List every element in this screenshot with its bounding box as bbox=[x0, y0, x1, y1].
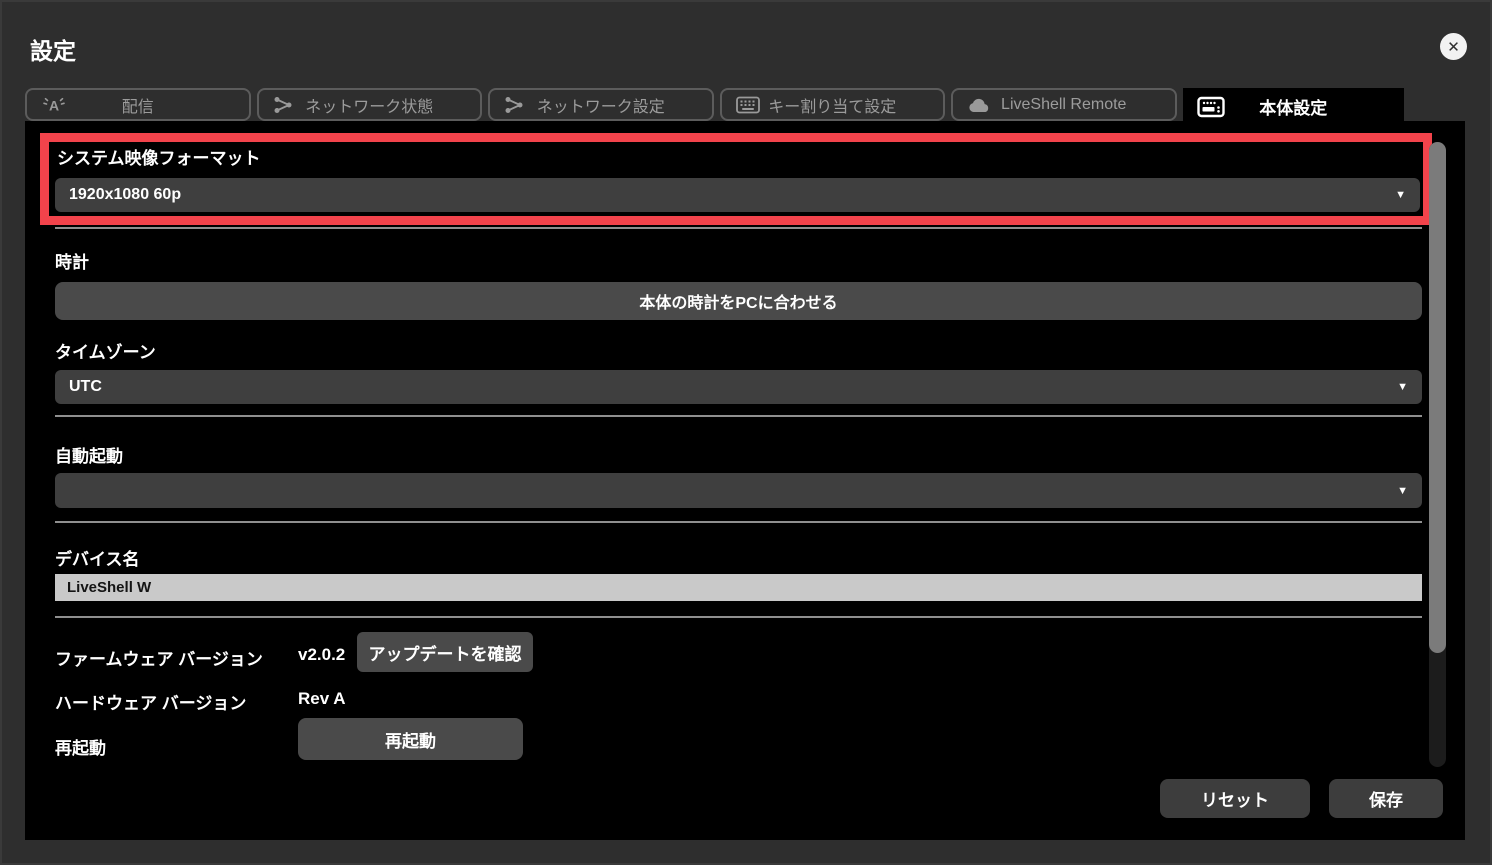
check-update-button[interactable]: アップデートを確認 bbox=[357, 632, 533, 672]
timezone-label: タイムゾーン bbox=[55, 338, 156, 363]
network-share-icon bbox=[504, 96, 524, 113]
keyboard-icon bbox=[736, 96, 760, 113]
cloud-icon bbox=[967, 97, 991, 113]
firmware-version-value: v2.0.2 bbox=[298, 645, 345, 665]
device-name-input[interactable] bbox=[55, 574, 1422, 601]
tab-label: ネットワーク状態 bbox=[305, 93, 433, 117]
tab-label: LiveShell Remote bbox=[1001, 96, 1126, 114]
scrollbar-thumb[interactable] bbox=[1429, 142, 1446, 653]
separator bbox=[55, 227, 1422, 229]
timezone-value: UTC bbox=[69, 378, 102, 396]
reset-button[interactable]: リセット bbox=[1160, 779, 1310, 818]
sync-clock-button[interactable]: 本体の時計をPCに合わせる bbox=[55, 282, 1422, 320]
save-button[interactable]: 保存 bbox=[1329, 779, 1443, 818]
tab-network-status[interactable]: ネットワーク状態 bbox=[257, 88, 483, 121]
tab-label: キー割り当て設定 bbox=[768, 93, 896, 117]
hardware-version-value: Rev A bbox=[298, 689, 346, 709]
tab-network-settings[interactable]: ネットワーク設定 bbox=[488, 88, 714, 121]
auto-start-label: 自動起動 bbox=[55, 442, 123, 467]
device-settings-panel: システム映像フォーマット 1920x1080 60p ▼ 時計 本体の時計をPC… bbox=[25, 121, 1465, 840]
tab-label: 配信 bbox=[122, 93, 154, 117]
video-format-select[interactable]: 1920x1080 60p ▼ bbox=[55, 178, 1420, 212]
reboot-label: 再起動 bbox=[55, 734, 106, 759]
tab-key-assign[interactable]: キー割り当て設定 bbox=[720, 88, 946, 121]
settings-dialog: 設定 ✕ A 配信 ネットワーク状態 bbox=[0, 0, 1492, 865]
chevron-down-icon: ▼ bbox=[1395, 189, 1406, 201]
tab-bar: A 配信 ネットワーク状態 ネッ bbox=[25, 88, 1404, 121]
hardware-version-label: ハードウェア バージョン bbox=[55, 689, 246, 714]
network-share-icon bbox=[273, 96, 293, 113]
dialog-title: 設定 bbox=[30, 32, 76, 66]
tab-broadcast[interactable]: A 配信 bbox=[25, 88, 251, 121]
separator bbox=[55, 415, 1422, 417]
video-format-label: システム映像フォーマット bbox=[57, 144, 261, 169]
reboot-button[interactable]: 再起動 bbox=[298, 718, 523, 760]
broadcast-icon: A bbox=[41, 96, 67, 113]
clock-label: 時計 bbox=[55, 248, 89, 273]
tab-label: 本体設定 bbox=[1259, 94, 1327, 119]
timezone-select[interactable]: UTC ▼ bbox=[55, 370, 1422, 404]
firmware-version-label: ファームウェア バージョン bbox=[55, 645, 263, 670]
tab-liveshell-remote[interactable]: LiveShell Remote bbox=[951, 88, 1177, 121]
separator bbox=[55, 521, 1422, 523]
auto-start-select[interactable]: ▼ bbox=[55, 473, 1422, 508]
video-format-value: 1920x1080 60p bbox=[69, 186, 181, 204]
tab-label: ネットワーク設定 bbox=[537, 93, 665, 117]
chevron-down-icon: ▼ bbox=[1397, 381, 1408, 393]
chevron-down-icon: ▼ bbox=[1397, 485, 1408, 497]
svg-text:A: A bbox=[49, 97, 59, 113]
device-icon bbox=[1197, 96, 1225, 117]
tab-device-settings[interactable]: 本体設定 bbox=[1183, 88, 1405, 125]
close-icon[interactable]: ✕ bbox=[1440, 33, 1467, 60]
device-name-label: デバイス名 bbox=[55, 545, 140, 570]
separator bbox=[55, 616, 1422, 618]
